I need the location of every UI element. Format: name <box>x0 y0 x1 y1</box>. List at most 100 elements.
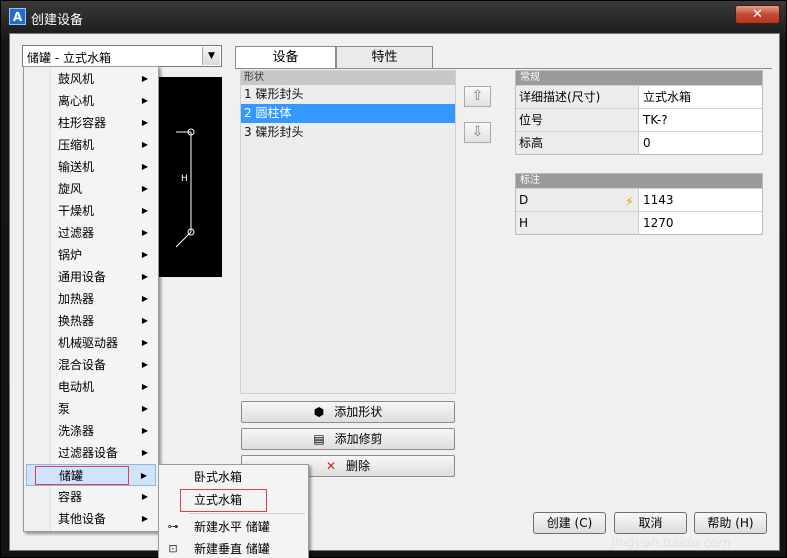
annotation-property-grid: 标注 D ⚡ 1143 H 1270 <box>515 173 763 235</box>
menu-item-label: 混合设备 <box>58 358 107 372</box>
title-bar[interactable]: A 创建设备 ✕ <box>1 1 787 33</box>
submenu-item-vertical-tank[interactable]: 立式水箱 <box>161 489 306 512</box>
property-key: D ⚡ <box>516 189 639 211</box>
tab-equipment[interactable]: 设备 <box>235 46 336 69</box>
property-key: H <box>516 212 639 234</box>
menu-item[interactable]: 旋风 ▶ <box>26 178 156 200</box>
menu-item[interactable]: 压缩机 ▶ <box>26 134 156 156</box>
move-down-button[interactable]: ⇩ <box>464 122 491 143</box>
menu-item[interactable]: 混合设备 ▶ <box>26 354 156 376</box>
chevron-right-icon: ▶ <box>141 250 148 259</box>
menu-item-label: 洗涤器 <box>58 424 95 438</box>
menu-item-label: 其他设备 <box>58 512 107 526</box>
autocad-app-icon: A <box>9 8 26 25</box>
shape-item[interactable]: 1 碟形封头 <box>241 85 455 104</box>
svg-text:H: H <box>181 174 188 184</box>
lightning-icon[interactable]: ⚡ <box>625 192 634 214</box>
menu-item[interactable]: 其他设备 ▶ <box>26 508 156 530</box>
horizontal-tank-icon: ⊶ <box>167 520 179 533</box>
menu-item[interactable]: 泵 ▶ <box>26 398 156 420</box>
property-row[interactable]: 详细描述(尺寸) 立式水箱 <box>516 85 762 108</box>
chevron-right-icon: ▶ <box>141 74 148 83</box>
add-trim-label: 添加修剪 <box>334 432 383 446</box>
property-value[interactable]: 1270 <box>639 212 762 234</box>
property-value[interactable]: 立式水箱 <box>639 86 762 108</box>
menu-item-label: 过滤器 <box>58 226 95 240</box>
cancel-button[interactable]: 取消 <box>614 512 687 534</box>
property-key: 详细描述(尺寸) <box>516 86 639 108</box>
menu-item[interactable]: 过滤器设备 ▶ <box>26 442 156 464</box>
menu-item[interactable]: 洗涤器 ▶ <box>26 420 156 442</box>
shape-item-selected[interactable]: 2 圆柱体 <box>241 104 455 123</box>
menu-item[interactable]: 机械驱动器 ▶ <box>26 332 156 354</box>
property-row[interactable]: H 1270 <box>516 211 762 234</box>
tab-divider <box>235 68 772 69</box>
equipment-type-combo[interactable]: 储罐 - 立式水箱 ▼ <box>22 45 222 67</box>
menu-item[interactable]: 通用设备 ▶ <box>26 266 156 288</box>
chevron-right-icon: ▶ <box>141 118 148 127</box>
chevron-right-icon: ▶ <box>141 426 148 435</box>
menu-item[interactable]: 锅炉 ▶ <box>26 244 156 266</box>
menu-item[interactable]: 鼓风机 ▶ <box>26 68 156 90</box>
chevron-down-icon[interactable]: ▼ <box>202 47 220 65</box>
storage-tank-submenu: 卧式水箱 立式水箱 ⊶ 新建水平 储罐 ⊡ 新建垂直 储罐 <box>158 464 309 558</box>
chevron-right-icon: ▶ <box>141 404 148 413</box>
property-row[interactable]: 位号 TK-? <box>516 108 762 131</box>
trim-icon: ▤ <box>313 432 325 446</box>
chevron-right-icon: ▶ <box>141 140 148 149</box>
menu-item[interactable]: 储罐 ▶ <box>26 464 156 486</box>
property-row[interactable]: D ⚡ 1143 <box>516 188 762 211</box>
delete-x-icon: ✕ <box>325 459 337 473</box>
close-button[interactable]: ✕ <box>735 5 780 24</box>
submenu-item-new-horizontal[interactable]: ⊶ 新建水平 储罐 <box>161 516 306 538</box>
menu-item[interactable]: 干燥机 ▶ <box>26 200 156 222</box>
equipment-category-menu: 鼓风机 ▶ 离心机 ▶ 柱形容器 ▶ 压缩机 ▶ 输送机 ▶ 旋风 ▶ 干燥机 ▶ 过滤器 ▶ 锅炉 ▶ 通用设备 ▶… <box>23 66 159 532</box>
general-header: 常规 <box>516 71 762 85</box>
help-button[interactable]: 帮助 (H) <box>694 512 767 534</box>
menu-item[interactable]: 过滤器 ▶ <box>26 222 156 244</box>
submenu-item-horizontal-tank[interactable]: 卧式水箱 <box>161 466 306 488</box>
delete-label: 删除 <box>346 459 371 473</box>
tab-properties[interactable]: 特性 <box>336 46 433 68</box>
property-key: 标高 <box>516 132 639 154</box>
menu-item-label: 过滤器设备 <box>58 446 119 460</box>
property-value[interactable]: 1143 <box>639 189 762 211</box>
menu-item[interactable]: 输送机 ▶ <box>26 156 156 178</box>
menu-item[interactable]: 容器 ▶ <box>26 486 156 508</box>
property-key: 位号 <box>516 109 639 131</box>
submenu-label: 卧式水箱 <box>194 470 243 484</box>
chevron-right-icon: ▶ <box>141 382 148 391</box>
submenu-item-new-vertical[interactable]: ⊡ 新建垂直 储罐 <box>161 538 306 558</box>
menu-item[interactable]: 柱形容器 ▶ <box>26 112 156 134</box>
window-title: 创建设备 <box>31 13 84 28</box>
property-value[interactable]: TK-? <box>639 109 762 131</box>
combo-value: 储罐 - 立式水箱 <box>27 51 111 65</box>
menu-item-label: 机械驱动器 <box>58 336 119 350</box>
shape-item[interactable]: 3 碟形封头 <box>241 123 455 142</box>
create-equipment-dialog: A 创建设备 ✕ 储罐 - 立式水箱 ▼ H 设备 特性 形状 1 碟形封头 2… <box>0 0 787 558</box>
menu-item-label: 压缩机 <box>58 138 95 152</box>
menu-item[interactable]: 离心机 ▶ <box>26 90 156 112</box>
menu-item[interactable]: 电动机 ▶ <box>26 376 156 398</box>
menu-item-label: 换热器 <box>58 314 95 328</box>
chevron-right-icon: ▶ <box>141 492 148 501</box>
property-row[interactable]: 标高 0 <box>516 131 762 154</box>
menu-item-label: 容器 <box>58 490 83 504</box>
create-button[interactable]: 创建 (C) <box>533 512 606 534</box>
menu-item-label: 离心机 <box>58 94 95 108</box>
highlight-box <box>35 466 129 485</box>
shape-list[interactable]: 形状 1 碟形封头 2 圆柱体 3 碟形封头 <box>240 70 456 394</box>
add-trim-button[interactable]: ▤ 添加修剪 <box>241 428 455 450</box>
arrow-up-icon: ⇧ <box>471 88 484 104</box>
chevron-right-icon: ▶ <box>141 272 148 281</box>
menu-item[interactable]: 加热器 ▶ <box>26 288 156 310</box>
watermark: jingyan.baidu.com <box>611 536 731 551</box>
chevron-right-icon: ▶ <box>141 338 148 347</box>
add-shape-button[interactable]: ⬢ 添加形状 <box>241 401 455 423</box>
property-value[interactable]: 0 <box>639 132 762 154</box>
menu-item[interactable]: 换热器 ▶ <box>26 310 156 332</box>
property-key-label: D <box>519 193 529 207</box>
chevron-right-icon: ▶ <box>141 206 148 215</box>
move-up-button[interactable]: ⇧ <box>464 86 491 107</box>
menu-item-label: 旋风 <box>58 182 83 196</box>
